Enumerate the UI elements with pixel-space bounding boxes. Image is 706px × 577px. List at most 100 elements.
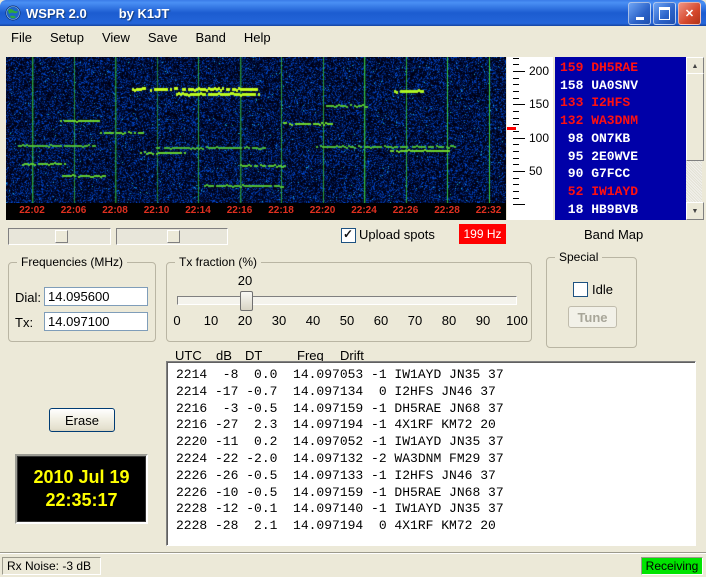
decode-row: 2216 -27 2.3 14.097194 -1 4X1RF KM72 20 [176, 417, 496, 433]
slider-tick-label: 70 [407, 313, 423, 328]
waterfall-timestamp: 22:16 [226, 205, 253, 216]
band-map-entry[interactable]: 133 I2HFS [560, 94, 685, 112]
band-map-entry[interactable]: 95 2E0WVE [560, 148, 685, 166]
waterfall-canvas[interactable] [6, 57, 506, 203]
decode-row: 2226 -26 -0.5 14.097133 -1 I2HFS JN46 37 [176, 467, 496, 483]
menu-item-view[interactable]: View [93, 27, 139, 48]
frequencies-group-title: Frequencies (MHz) [17, 255, 128, 269]
decode-row: 2216 -3 -0.5 14.097159 -1 DH5RAE JN68 37 [176, 400, 504, 416]
scale-tick [513, 91, 519, 92]
scale-tick [513, 197, 519, 199]
scale-tick [513, 71, 525, 72]
slider-tick-label: 60 [373, 313, 389, 328]
tx-fraction-group-title: Tx fraction (%) [175, 255, 262, 269]
frequency-scale: 200 150 100 50 [507, 57, 553, 220]
waterfall-gain-slider[interactable] [8, 228, 111, 245]
waterfall-zero-slider[interactable] [116, 228, 228, 245]
tx-fraction-slider-thumb[interactable] [239, 291, 253, 311]
idle-checkbox[interactable] [573, 282, 588, 297]
tx-fraction-value: 20 [237, 273, 253, 288]
close-icon: ✕ [684, 7, 695, 20]
waterfall-timestamp: 22:02 [19, 205, 45, 216]
slider-tick-label: 90 [475, 313, 491, 328]
slider-tick-label: 80 [441, 313, 457, 328]
scale-tick [513, 191, 519, 192]
menu-bar: File Setup View Save Band Help [0, 26, 706, 48]
scale-tick [513, 57, 519, 59]
maximize-button[interactable] [653, 1, 676, 25]
scale-tick [513, 204, 525, 206]
minimize-button[interactable] [628, 1, 651, 25]
tx-fraction-group: Tx fraction (%) 20 0 10 20 30 40 50 60 70 80 90 10… [166, 255, 532, 342]
arrow-up-icon: ▲ [691, 62, 699, 70]
scrollbar-thumb[interactable] [686, 73, 704, 161]
window-title-byline: by K1JT [118, 5, 170, 21]
scale-tick [513, 117, 519, 119]
slider-tick-label: 100 [506, 313, 528, 328]
scale-label: 100 [529, 130, 550, 145]
scale-tick [513, 184, 519, 186]
waterfall-zero-slider-thumb[interactable] [167, 230, 180, 243]
receiving-status: Receiving [641, 557, 703, 575]
scale-tick [513, 84, 519, 86]
decoded-spots-area[interactable]: 2214 -8 0.0 14.097053 -1 IW1AYD JN35 37 2… [166, 361, 696, 546]
decode-row: 2228 -12 -0.1 14.097140 -1 IW1AYD JN35 3… [176, 501, 504, 517]
menu-item-help[interactable]: Help [235, 27, 280, 48]
rx-freq-marker-icon [507, 127, 516, 131]
scale-tick [513, 157, 519, 159]
tx-fraction-slider[interactable] [177, 296, 517, 305]
maximize-icon [659, 6, 670, 20]
band-map-entry[interactable]: 90 G7FCC [560, 165, 685, 183]
app-globe-icon [5, 5, 21, 21]
tx-frequency-input[interactable] [44, 312, 148, 331]
waterfall-gain-slider-thumb[interactable] [55, 230, 68, 243]
band-map-entry[interactable]: 52 IW1AYD [560, 183, 685, 201]
scale-tick [513, 77, 519, 79]
special-group-title: Special [555, 250, 603, 264]
upload-spots-label: Upload spots [359, 227, 435, 242]
close-button[interactable]: ✕ [678, 1, 701, 25]
scale-label: 150 [529, 97, 550, 112]
erase-button[interactable]: Erase [49, 408, 115, 432]
band-map-entry[interactable]: 159 DH5RAE [560, 59, 685, 77]
scale-label: 200 [529, 64, 550, 78]
band-map-panel: 159 DH5RAE 158 UA0SNV 133 I2HFS 132 WA3DNM … [555, 57, 704, 220]
menu-item-setup[interactable]: Setup [41, 27, 93, 48]
clock-date: 2010 Jul 19 [33, 467, 130, 487]
waterfall-timestamp: 22:08 [102, 205, 128, 216]
band-map-label: Band Map [584, 227, 644, 242]
scale-label: 50 [529, 164, 543, 178]
frequencies-group: Frequencies (MHz) Dial: Tx: [8, 255, 156, 342]
caption-buttons: ✕ [628, 1, 701, 25]
menu-item-band[interactable]: Band [187, 27, 235, 48]
band-map-scrollbar[interactable]: ▲ ▼ [686, 57, 704, 220]
tune-button[interactable]: Tune [568, 306, 617, 328]
title-bar[interactable]: WSPR 2.0 by K1JT ✕ [0, 0, 706, 26]
dial-frequency-input[interactable] [44, 287, 148, 306]
band-map-entry[interactable]: 18 HB9BVB [560, 201, 685, 219]
decode-row: 2214 -17 -0.7 14.097134 0 I2HFS JN46 37 [176, 383, 496, 399]
decode-row: 2214 -8 0.0 14.097053 -1 IW1AYD JN35 37 [176, 367, 504, 382]
scale-tick [513, 144, 519, 146]
minimize-icon [635, 16, 644, 20]
waterfall-timestamps: 22:02 22:06 22:08 22:10 22:14 22:16 22:18 22:20… [6, 203, 506, 220]
waterfall-timestamp: 22:20 [309, 205, 336, 216]
menu-item-file[interactable]: File [2, 27, 41, 48]
status-bar: Rx Noise: -3 dB Receiving [0, 553, 706, 577]
dial-label: Dial: [15, 290, 42, 305]
slider-tick-label: 40 [305, 313, 321, 328]
upload-spots-checkbox[interactable] [341, 227, 356, 243]
band-map-entry[interactable]: 132 WA3DNM [560, 112, 685, 130]
menu-item-save[interactable]: Save [139, 27, 187, 48]
clock-time: 22:35:17 [45, 490, 118, 510]
scale-tick [513, 124, 519, 126]
waterfall-timestamp: 22:14 [185, 205, 211, 216]
slider-tick-label: 10 [203, 313, 219, 328]
band-map-entry[interactable]: 158 UA0SNV [560, 77, 685, 95]
waterfall-timestamp: 22:26 [392, 205, 419, 216]
decode-row: 2224 -22 -2.0 14.097132 -2 WA3DNM FM29 3… [176, 450, 504, 466]
scroll-down-button[interactable]: ▼ [686, 202, 704, 220]
waterfall-display[interactable]: 22:02 22:06 22:08 22:10 22:14 22:16 22:18 22:20… [6, 57, 506, 220]
decode-row: 2228 -28 2.1 14.097194 0 4X1RF KM72 20 [176, 518, 496, 534]
band-map-entry[interactable]: 98 ON7KB [560, 130, 685, 148]
